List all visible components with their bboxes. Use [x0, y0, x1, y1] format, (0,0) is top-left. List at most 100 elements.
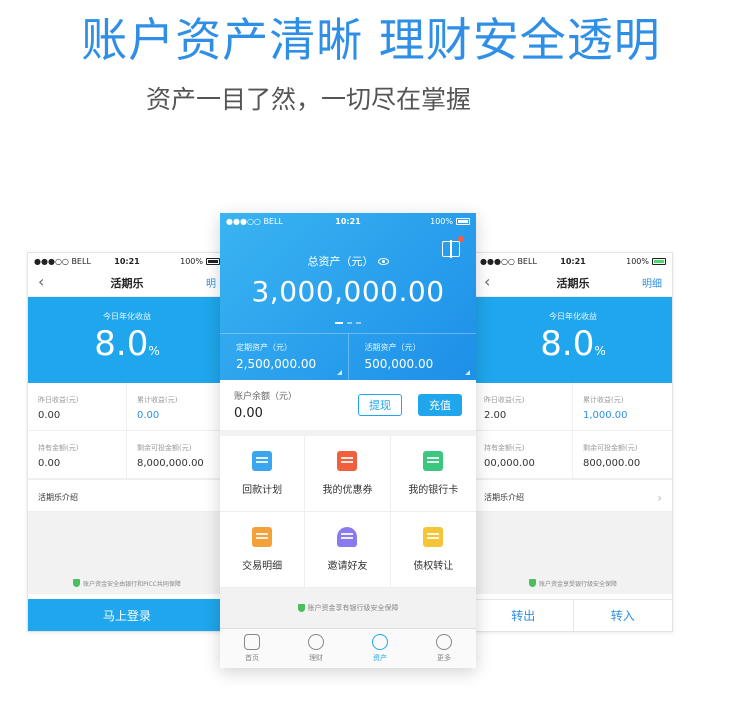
detail-link[interactable]: 明细	[642, 275, 662, 290]
nav-bar: ‹ 活期乐 明	[28, 269, 226, 297]
page-indicator	[220, 322, 476, 324]
trend-icon	[308, 634, 324, 650]
tab-home[interactable]: 首页	[220, 629, 284, 668]
notification-dot	[458, 236, 464, 242]
rate-value: 8.0	[540, 324, 595, 364]
corner-arrow-icon	[336, 370, 342, 375]
transfer-out-button[interactable]: 转出	[474, 600, 574, 631]
status-bar: ●●●○○ BELL 10:21 100%	[474, 253, 672, 269]
tab-more[interactable]: 更多	[412, 629, 476, 668]
calendar-icon	[252, 451, 273, 471]
tab-finance[interactable]: 理财	[284, 629, 348, 668]
menu-item-label: 交易明细	[242, 561, 283, 572]
transfer-in-button[interactable]: 转入	[573, 600, 672, 631]
rate-label: 今日年化收益	[103, 312, 151, 321]
transfer-icon	[423, 527, 444, 547]
rate-unit: %	[148, 344, 160, 358]
fixed-assets-value: 2,500,000.00	[236, 357, 317, 371]
back-chevron-icon[interactable]: ‹	[38, 272, 44, 291]
status-time: 10:21	[114, 256, 140, 266]
tab-label: 首页	[245, 654, 259, 662]
bank-card-icon	[423, 451, 444, 471]
balance-label: 账户余额（元）	[234, 392, 298, 402]
safe-note-text: 账户资金享受银行级安全保障	[538, 581, 617, 588]
coupon-icon	[337, 451, 358, 471]
rate-banner: 今日年化收益 8.0%	[28, 297, 226, 383]
safe-note: 账户资金安全由银行和PICC共同保障	[28, 579, 226, 588]
clipboard-icon	[252, 527, 273, 547]
stat-value: 0.00	[137, 410, 160, 421]
fixed-assets[interactable]: 定期资产（元） 2,500,000.00	[220, 334, 349, 380]
subline: 资产一目了然，一切尽在掌握	[146, 85, 472, 114]
rate-value: 8.0	[94, 324, 149, 364]
stat-value: 800,000.00	[583, 458, 641, 469]
tab-label: 更多	[437, 654, 451, 662]
battery-icon	[652, 257, 666, 265]
current-assets[interactable]: 活期资产（元） 500,000.00	[349, 334, 477, 380]
more-icon	[436, 634, 452, 650]
tab-label: 理财	[309, 654, 323, 662]
eye-icon[interactable]	[377, 258, 389, 265]
rate-label: 今日年化收益	[549, 312, 597, 321]
status-bar: ●●●○○ BELL 10:21 100%	[28, 253, 226, 269]
headline: 账户资产清晰 理财安全透明	[81, 13, 661, 67]
stat-value: 0.00	[38, 410, 61, 421]
rate-value-wrap: 8.0%	[474, 324, 672, 364]
current-assets-value: 500,000.00	[364, 357, 434, 371]
transfer-actions: 转出 转入	[474, 599, 672, 631]
feature-menu: 回款计划 我的优惠券 我的银行卡 交易明细 邀请好友 债权转让	[220, 436, 476, 588]
detail-link[interactable]: 明	[206, 275, 216, 290]
battery-icon	[456, 217, 470, 225]
page-dot	[347, 322, 352, 324]
menu-item-coupons[interactable]: 我的优惠券	[305, 436, 391, 512]
stat-value: 00,000.00	[484, 458, 535, 469]
recharge-button[interactable]: 充值	[418, 394, 462, 416]
tab-bar: 首页 理财 资产 更多	[220, 628, 476, 668]
fixed-assets-label: 定期资产（元）	[236, 343, 292, 352]
shield-icon	[73, 579, 81, 587]
menu-item-label: 我的优惠券	[322, 485, 373, 496]
stat-cell: 剩余可投金额(元) 8,000,000.00	[127, 431, 226, 479]
rate-value-wrap: 8.0%	[28, 324, 226, 364]
menu-item-repayment-plan[interactable]: 回款计划	[220, 436, 306, 512]
intro-row[interactable]: 活期乐介绍	[28, 484, 226, 512]
login-button[interactable]: 马上登录	[28, 599, 226, 631]
home-icon	[244, 634, 260, 650]
tab-label: 资产	[373, 654, 387, 662]
stat-label: 昨日收益(元)	[484, 396, 525, 404]
menu-item-label: 债权转让	[413, 561, 454, 572]
menu-item-label: 邀请好友	[327, 561, 368, 572]
balance-value: 0.00	[234, 406, 263, 421]
stat-label: 持有金额(元)	[484, 444, 525, 452]
stat-label: 累计收益(元)	[583, 396, 624, 404]
menu-item-invite-friends[interactable]: 邀请好友	[305, 512, 391, 588]
stat-label: 剩余可投金额(元)	[583, 444, 638, 452]
tab-assets[interactable]: 资产	[348, 629, 412, 668]
safe-note: 账户资金享受银行级安全保障	[474, 579, 672, 588]
intro-row[interactable]: 活期乐介绍 ›	[474, 484, 672, 512]
withdraw-button[interactable]: 提现	[358, 394, 402, 416]
shield-icon	[297, 604, 305, 612]
stat-cell: 昨日收益(元) 2.00	[474, 383, 573, 431]
menu-item-transactions[interactable]: 交易明细	[220, 512, 306, 588]
stat-label: 剩余可投金额(元)	[137, 444, 192, 452]
stat-cell: 累计收益(元) 0.00	[127, 383, 226, 431]
balance-info: 账户余额（元） 0.00	[234, 389, 297, 421]
rate-unit: %	[594, 344, 606, 358]
page-title: 活期乐	[556, 276, 590, 290]
corner-arrow-icon	[465, 370, 470, 375]
balance-actions: 提现 充值	[358, 394, 462, 416]
menu-item-bank-cards[interactable]: 我的银行卡	[390, 436, 476, 512]
back-chevron-icon[interactable]: ‹	[484, 272, 490, 291]
menu-item-debt-transfer[interactable]: 债权转让	[390, 512, 476, 588]
page-dot	[335, 322, 343, 324]
rate-banner: 今日年化收益 8.0%	[474, 297, 672, 383]
page-title: 活期乐	[110, 276, 144, 290]
balance-row: 账户余额（元） 0.00 提现 充值	[220, 380, 476, 436]
grey-area: 账户资金享受银行级安全保障	[474, 512, 672, 594]
earnings-grid: 昨日收益(元) 0.00 累计收益(元) 0.00 持有金额(元) 0.00 剩余可投…	[28, 383, 226, 480]
total-assets-label: 总资产（元）	[307, 255, 374, 268]
safe-note-text: 账户资金享有银行级安全保障	[307, 604, 399, 612]
stat-value: 1,000.00	[583, 410, 628, 421]
status-time: 10:21	[560, 256, 586, 266]
